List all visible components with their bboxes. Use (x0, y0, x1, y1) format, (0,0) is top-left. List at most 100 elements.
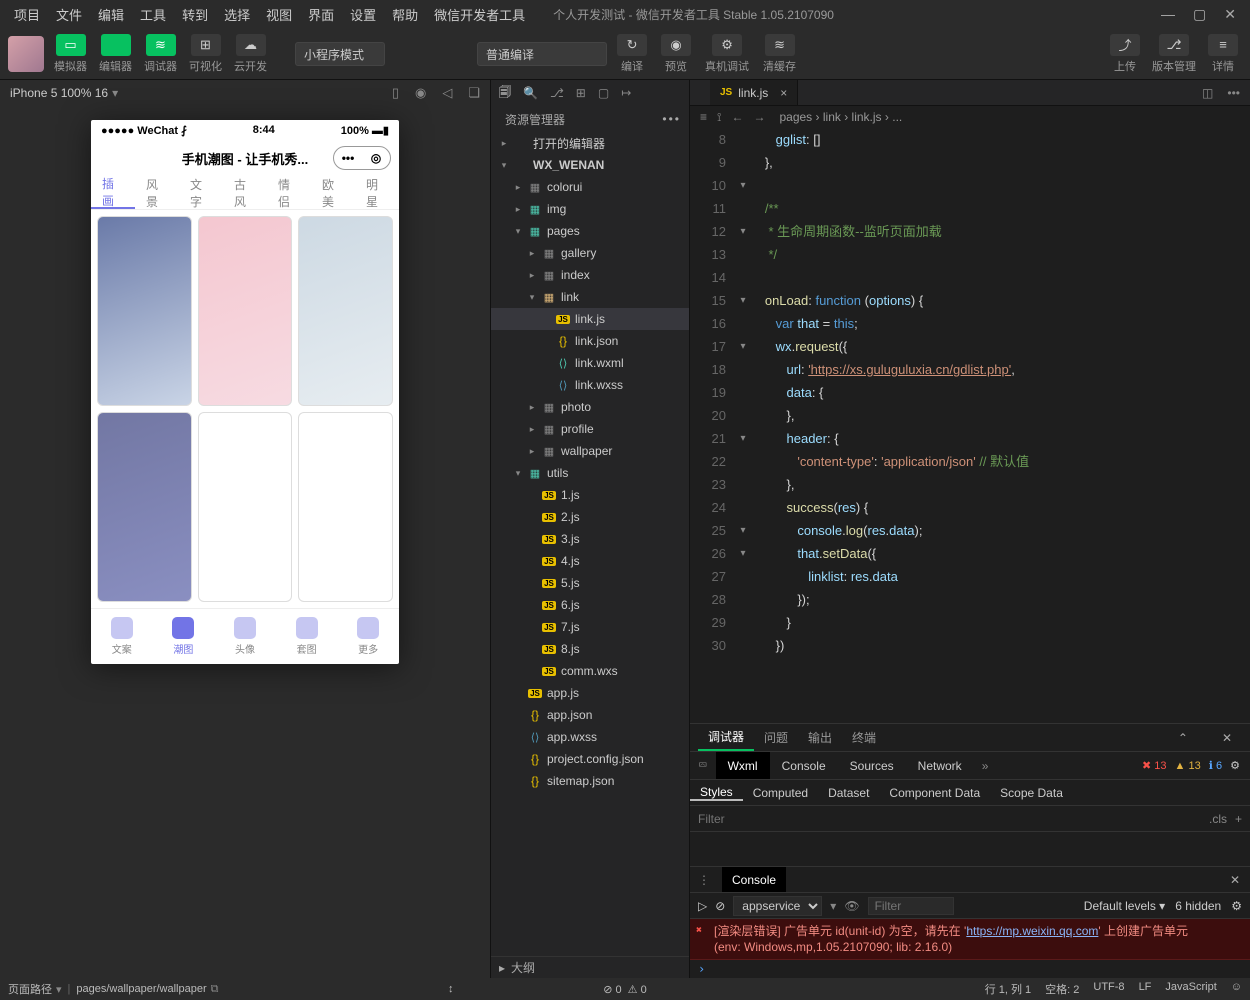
outline-section[interactable]: ▸ 大纲 (491, 956, 689, 978)
chevron-down-icon[interactable]: ▾ (112, 86, 118, 100)
toolbtn-可视化[interactable]: ⊞可视化 (185, 32, 226, 76)
tree-8.js[interactable]: JS8.js (491, 638, 689, 660)
compile-button[interactable]: ↻编译 (613, 32, 651, 76)
phone-thumb-5[interactable] (298, 412, 393, 602)
tree-app.wxss[interactable]: ⟨⟩app.wxss (491, 726, 689, 748)
tree-link.js[interactable]: JSlink.js (491, 308, 689, 330)
tree-1.js[interactable]: JS1.js (491, 484, 689, 506)
console-gear-icon[interactable]: ⚙ (1231, 899, 1242, 913)
nav-fwd-icon[interactable]: → (753, 110, 765, 125)
devtab-Wxml[interactable]: Wxml (716, 752, 770, 779)
phone-tab-欧美[interactable]: 欧美 (311, 176, 355, 210)
phone-tabbar-更多[interactable]: 更多 (337, 609, 399, 664)
menu-视图[interactable]: 视图 (258, 1, 300, 28)
toolbtn-调试器[interactable]: ≋调试器 (140, 32, 181, 76)
eol[interactable]: LF (1139, 981, 1152, 997)
tree-2.js[interactable]: JS2.js (491, 506, 689, 528)
upload-button[interactable]: ⤴上传 (1106, 32, 1144, 76)
phone-tabbar-头像[interactable]: 头像 (214, 609, 276, 664)
menu-设置[interactable]: 设置 (342, 1, 384, 28)
tree-link[interactable]: ▾▦link (491, 286, 689, 308)
maximize-icon[interactable]: ▢ (1193, 6, 1206, 23)
more-editor-icon[interactable]: ••• (1227, 86, 1240, 100)
tree-6.js[interactable]: JS6.js (491, 594, 689, 616)
devtab-Sources[interactable]: Sources (838, 752, 906, 779)
tree-app.json[interactable]: {}app.json (491, 704, 689, 726)
tree-comm.wxs[interactable]: JScomm.wxs (491, 660, 689, 682)
route-label[interactable]: 页面路径 (8, 981, 52, 997)
avatar[interactable] (8, 36, 44, 72)
branch-icon[interactable]: ⎇ (550, 86, 564, 100)
tree-3.js[interactable]: JS3.js (491, 528, 689, 550)
devtools-tabs[interactable]: ⮹ WxmlConsoleSourcesNetwork » ✖ 13 ▲ 13 … (690, 752, 1250, 780)
menu-项目[interactable]: 项目 (6, 1, 48, 28)
capsule-button[interactable]: •••◎ (333, 146, 391, 170)
console-close-icon[interactable]: ✕ (1220, 873, 1250, 887)
close-icon[interactable]: ✕ (1224, 6, 1236, 23)
list-icon[interactable]: ≡ (700, 110, 707, 125)
tree-sitemap.json[interactable]: {}sitemap.json (491, 770, 689, 792)
menu-选择[interactable]: 选择 (216, 1, 258, 28)
dbgtab-问题[interactable]: 问题 (754, 724, 798, 751)
phone-tabbar[interactable]: 文案潮图头像套图更多 (91, 608, 399, 664)
minimize-icon[interactable]: — (1161, 6, 1175, 23)
status-warn-count[interactable]: ⚠ 0 (628, 983, 647, 996)
phone-tabbar-文案[interactable]: 文案 (91, 609, 153, 664)
dbgtab-终端[interactable]: 终端 (842, 724, 886, 751)
tree-7.js[interactable]: JS7.js (491, 616, 689, 638)
version-button[interactable]: ⎇版本管理 (1148, 32, 1200, 76)
tree-colorui[interactable]: ▸▦colorui (491, 176, 689, 198)
menu-微信开发者工具[interactable]: 微信开发者工具 (426, 1, 533, 28)
styletab-Dataset[interactable]: Dataset (818, 786, 879, 800)
gear-icon[interactable]: ⚙ (1230, 759, 1240, 772)
styletab-Component Data[interactable]: Component Data (879, 786, 990, 800)
toolbtn-模拟器[interactable]: ▭模拟器 (50, 32, 91, 76)
debugger-tabs[interactable]: 调试器问题输出终端 ⌃ ✕ (690, 724, 1250, 752)
tree-pages[interactable]: ▾▦pages (491, 220, 689, 242)
arrow-icon[interactable]: ↦ (621, 86, 631, 100)
more-icon[interactable]: ••• (662, 112, 681, 126)
phone-tab-文字[interactable]: 文字 (179, 176, 223, 210)
split-icon[interactable]: ❏ (468, 85, 480, 101)
console-target-icon[interactable]: ▷ (698, 899, 707, 913)
split-editor-icon[interactable]: ◫ (1202, 86, 1213, 100)
menu-帮助[interactable]: 帮助 (384, 1, 426, 28)
mute-icon[interactable]: ◁ (442, 85, 452, 101)
styletab-Computed[interactable]: Computed (743, 786, 818, 800)
more-tabs-icon[interactable]: » (974, 759, 997, 773)
menu-编辑[interactable]: 编辑 (90, 1, 132, 28)
phone-tabbar-套图[interactable]: 套图 (276, 609, 338, 664)
explorer-icon[interactable]: 🗐 (499, 83, 511, 104)
tree-5.js[interactable]: JS5.js (491, 572, 689, 594)
compile-select[interactable]: 普通编译 (477, 42, 607, 66)
phone-category-tabs[interactable]: 插画风景文字古风情侣欧美明星 (91, 176, 399, 210)
console-menu-icon[interactable]: ⋮ (690, 873, 718, 887)
menu-界面[interactable]: 界面 (300, 1, 342, 28)
phone-tab-插画[interactable]: 插画 (91, 176, 135, 209)
devtab-Network[interactable]: Network (906, 752, 974, 779)
phone-tab-情侣[interactable]: 情侣 (267, 176, 311, 210)
styletab-Scope Data[interactable]: Scope Data (990, 786, 1073, 800)
tree-4.js[interactable]: JS4.js (491, 550, 689, 572)
tree-profile[interactable]: ▸▦profile (491, 418, 689, 440)
dbgtab-调试器[interactable]: 调试器 (698, 724, 754, 751)
tree-wallpaper[interactable]: ▸▦wallpaper (491, 440, 689, 462)
close-tab-icon[interactable]: × (780, 86, 787, 100)
file-tree[interactable]: ▸打开的编辑器▾WX_WENAN▸▦colorui▸▦img▾▦pages▸▦g… (491, 132, 689, 956)
phone-simulator[interactable]: ●●●●● WeChat ⨏ 8:44 100% ▬▮ 手机潮图 - 让手机秀.… (91, 120, 399, 664)
editor-tab-linkjs[interactable]: JS link.js × (710, 80, 798, 105)
info-count[interactable]: ℹ 6 (1209, 759, 1222, 772)
tree-project.config.json[interactable]: {}project.config.json (491, 748, 689, 770)
menu-文件[interactable]: 文件 (48, 1, 90, 28)
console-tab[interactable]: Console (722, 867, 786, 892)
sync-icon[interactable]: ↕ (448, 983, 454, 995)
tree-link.json[interactable]: {}link.json (491, 330, 689, 352)
filter-input[interactable] (698, 812, 1209, 826)
tree-index[interactable]: ▸▦index (491, 264, 689, 286)
add-style-icon[interactable]: + (1235, 812, 1242, 826)
phone-tab-风景[interactable]: 风景 (135, 176, 179, 210)
error-count[interactable]: ✖ 13 (1142, 759, 1167, 772)
hidden-count[interactable]: 6 hidden (1175, 899, 1221, 913)
mode-select[interactable]: 小程序模式 (295, 42, 385, 66)
editor-breadcrumb[interactable]: ≡ ⟟ ← → pages › link › link.js › ... (690, 106, 1250, 128)
